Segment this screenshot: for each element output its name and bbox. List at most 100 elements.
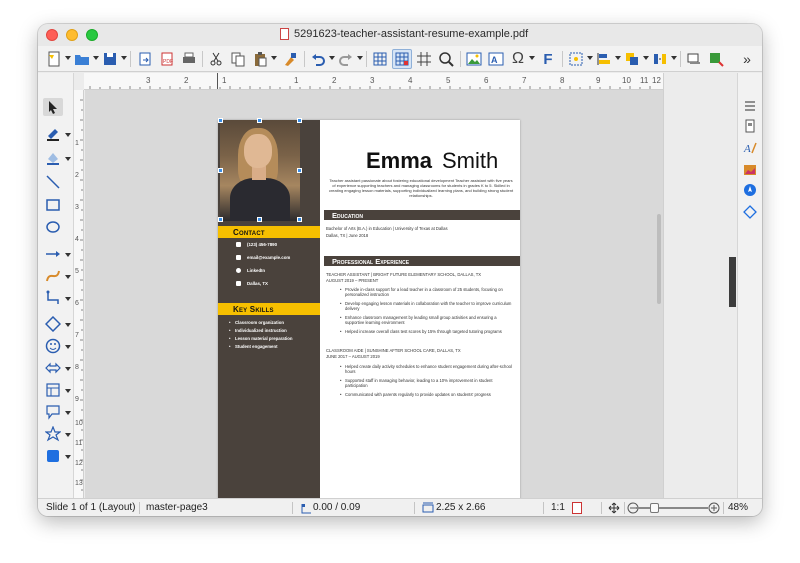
navigator-icon[interactable] xyxy=(741,181,759,199)
selection-handle[interactable] xyxy=(257,118,262,123)
sidebar-menu-icon[interactable] xyxy=(741,97,759,115)
print-icon[interactable] xyxy=(179,49,199,69)
flowchart-dropdown-icon[interactable] xyxy=(65,389,71,393)
stars-dropdown-icon[interactable] xyxy=(65,433,71,437)
selection-handle[interactable] xyxy=(218,118,223,123)
sidebar-collapse-handle[interactable] xyxy=(729,257,736,307)
shapes-icon[interactable] xyxy=(741,203,759,221)
save-icon[interactable] xyxy=(100,49,120,69)
arrange-dropdown-icon[interactable] xyxy=(643,56,649,60)
clone-formatting-icon[interactable] xyxy=(280,49,300,69)
skill-item: Lesson material preparation xyxy=(229,336,293,341)
arrow-line-icon[interactable] xyxy=(43,245,63,263)
curve-dropdown-icon[interactable] xyxy=(65,275,71,279)
symbol-shapes-icon[interactable] xyxy=(43,337,63,355)
save-dropdown-icon[interactable] xyxy=(121,56,127,60)
insert-textbox-icon[interactable]: A xyxy=(486,49,506,69)
redo-icon[interactable] xyxy=(336,49,356,69)
connector-dropdown-icon[interactable] xyxy=(65,297,71,301)
callout-icon[interactable] xyxy=(43,403,63,421)
3d-objects-dropdown-icon[interactable] xyxy=(65,455,71,459)
master-page-name[interactable]: master-page3 xyxy=(146,502,208,513)
zoom-in-icon[interactable] xyxy=(708,502,720,514)
new-dropdown-icon[interactable] xyxy=(65,56,71,60)
document-modified-icon[interactable] xyxy=(572,502,582,514)
selection-handle[interactable] xyxy=(297,217,302,222)
fit-page-icon[interactable] xyxy=(608,502,620,514)
minimize-window-button[interactable] xyxy=(66,29,78,41)
selection-handle[interactable] xyxy=(257,217,262,222)
callout-dropdown-icon[interactable] xyxy=(65,411,71,415)
ellipse-tool-icon[interactable] xyxy=(43,218,63,236)
title-bar: 5291623-teacher-assistant-resume-example… xyxy=(38,24,762,46)
fill-color-dropdown-icon[interactable] xyxy=(65,157,71,161)
zoom-slider-knob[interactable] xyxy=(650,503,659,513)
grid-display-icon[interactable] xyxy=(370,49,390,69)
cut-icon[interactable] xyxy=(206,49,226,69)
vertical-scrollbar-thumb[interactable] xyxy=(657,214,661,304)
block-arrows-icon[interactable] xyxy=(43,359,63,377)
new-document-icon[interactable] xyxy=(44,49,64,69)
zoom-percentage[interactable]: 48% xyxy=(728,502,748,513)
transformations-icon[interactable] xyxy=(566,49,586,69)
gallery-icon[interactable] xyxy=(741,161,759,179)
distribute-icon[interactable] xyxy=(650,49,670,69)
copy-icon[interactable] xyxy=(228,49,248,69)
more-tools-button[interactable]: » xyxy=(737,49,757,69)
crop-image-icon[interactable] xyxy=(706,49,726,69)
paste-icon[interactable] xyxy=(250,49,270,69)
export-icon[interactable] xyxy=(135,49,155,69)
undo-icon[interactable] xyxy=(308,49,328,69)
curve-tool-icon[interactable] xyxy=(43,267,63,285)
open-dropdown-icon[interactable] xyxy=(93,56,99,60)
transform-dropdown-icon[interactable] xyxy=(587,56,593,60)
sidebar-deck: A xyxy=(737,73,762,498)
basic-shapes-dropdown-icon[interactable] xyxy=(65,323,71,327)
special-character-icon[interactable]: Ω xyxy=(508,49,528,69)
paste-dropdown-icon[interactable] xyxy=(271,56,277,60)
selection-handle[interactable] xyxy=(297,118,302,123)
job2-title: CLASSROOM AIDE | SUNSHINE AFTER SCHOOL C… xyxy=(326,348,461,353)
stars-icon[interactable] xyxy=(43,425,63,443)
fill-color-icon[interactable] xyxy=(43,149,63,167)
open-folder-icon[interactable] xyxy=(72,49,92,69)
arrow-dropdown-icon[interactable] xyxy=(65,253,71,257)
job2-dates: JUNE 2017 – AUGUST 2019 xyxy=(326,354,380,359)
line-color-dropdown-icon[interactable] xyxy=(65,133,71,137)
selection-handle[interactable] xyxy=(297,168,302,173)
select-tool-icon[interactable] xyxy=(43,98,63,116)
align-dropdown-icon[interactable] xyxy=(615,56,621,60)
block-arrows-dropdown-icon[interactable] xyxy=(65,367,71,371)
basic-shapes-icon[interactable] xyxy=(43,315,63,333)
undo-dropdown-icon[interactable] xyxy=(329,56,335,60)
selection-handle[interactable] xyxy=(218,217,223,222)
flowchart-icon[interactable] xyxy=(43,381,63,399)
zoom-pan-icon[interactable] xyxy=(436,49,456,69)
special-char-dropdown-icon[interactable] xyxy=(529,56,535,60)
snap-to-grid-icon[interactable] xyxy=(392,49,412,69)
rectangle-tool-icon[interactable] xyxy=(43,196,63,214)
insert-image-icon[interactable] xyxy=(464,49,484,69)
helplines-icon[interactable] xyxy=(414,49,434,69)
shadow-icon[interactable] xyxy=(684,49,704,69)
styles-icon[interactable]: A xyxy=(741,139,759,157)
fontwork-icon[interactable]: F xyxy=(538,49,558,69)
line-tool-icon[interactable] xyxy=(43,173,63,191)
symbol-shapes-dropdown-icon[interactable] xyxy=(65,345,71,349)
zoom-window-button[interactable] xyxy=(86,29,98,41)
document-canvas[interactable]: Contact (123) 456-7890 email@example.com… xyxy=(85,90,663,498)
line-color-icon[interactable] xyxy=(43,125,63,143)
3d-objects-icon[interactable] xyxy=(43,447,63,465)
close-window-button[interactable] xyxy=(46,29,58,41)
align-objects-icon[interactable] xyxy=(594,49,614,69)
export-pdf-icon[interactable]: PDF xyxy=(157,49,177,69)
selection-handle[interactable] xyxy=(218,168,223,173)
arrange-icon[interactable] xyxy=(622,49,642,69)
profile-photo[interactable] xyxy=(220,120,300,221)
connector-tool-icon[interactable] xyxy=(43,289,63,307)
properties-icon[interactable] xyxy=(741,117,759,135)
redo-dropdown-icon[interactable] xyxy=(357,56,363,60)
zoom-slider-track[interactable] xyxy=(636,507,708,509)
education-heading: Education xyxy=(324,210,520,220)
distribute-dropdown-icon[interactable] xyxy=(671,56,677,60)
